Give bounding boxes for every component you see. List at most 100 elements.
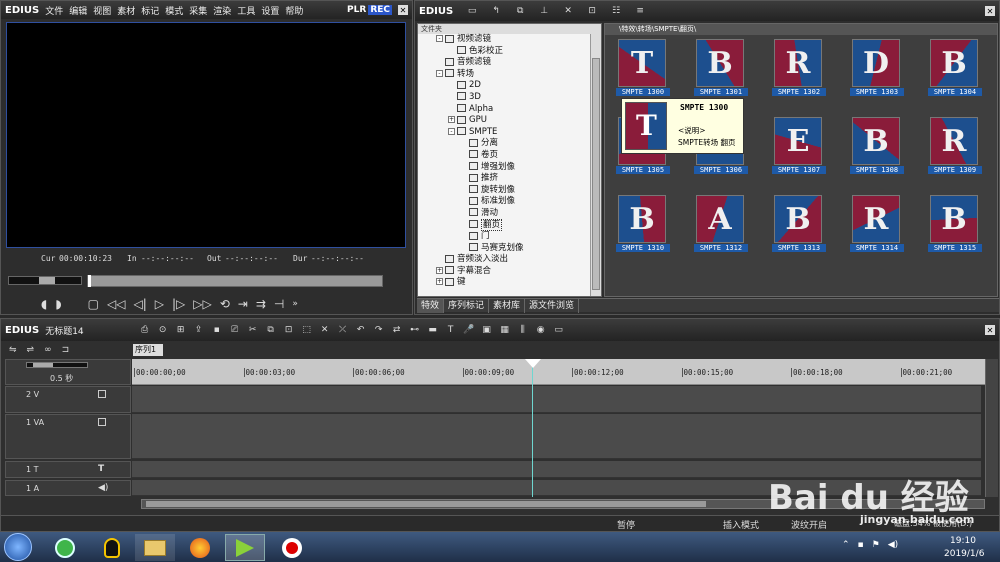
save-icon[interactable]: ▪ xyxy=(210,324,224,336)
link-mode-icon[interactable]: ∞ xyxy=(44,345,52,355)
replace-icon[interactable]: ⬚ xyxy=(300,324,314,336)
fast-forward-icon[interactable]: ▷▷ xyxy=(193,297,211,311)
delete-icon[interactable]: ✕ xyxy=(561,5,575,17)
export-icon[interactable]: ⇪ xyxy=(192,324,206,336)
next-frame-icon[interactable]: |▷ xyxy=(172,297,185,311)
plr-label[interactable]: PLR xyxy=(347,5,366,15)
grid-icon[interactable]: ▦ xyxy=(498,324,512,336)
tree-item[interactable]: - 转场 xyxy=(436,69,601,81)
effect-thumbnail[interactable]: R SMPTE 1309 xyxy=(928,117,982,174)
playhead[interactable] xyxy=(532,359,533,497)
import-icon[interactable]: ⊞ xyxy=(174,324,188,336)
status-insert-mode[interactable]: 插入模式 xyxy=(723,518,759,531)
playhead-marker[interactable] xyxy=(525,359,541,368)
view-icon[interactable]: ⇋ xyxy=(9,345,17,355)
up-folder-icon[interactable]: ↰ xyxy=(489,5,503,17)
tree-item[interactable]: - 视频滤镜 xyxy=(436,34,601,46)
tree-item[interactable]: 分离 xyxy=(436,138,601,150)
mic-icon[interactable]: 🎤 xyxy=(462,324,476,336)
taskbar-explorer-icon[interactable] xyxy=(135,534,175,561)
sequence-tab[interactable]: 序列1 xyxy=(133,344,163,356)
effect-thumbnail[interactable]: A SMPTE 1312 xyxy=(694,195,748,252)
position-handle[interactable] xyxy=(88,275,91,287)
start-button[interactable] xyxy=(4,533,32,561)
menu-item[interactable]: 模式 xyxy=(165,4,183,17)
effect-thumbnail[interactable]: R SMPTE 1302 xyxy=(772,39,826,96)
taskbar-firefox-icon[interactable] xyxy=(180,534,220,561)
effect-thumbnail[interactable]: B SMPTE 1315 xyxy=(928,195,982,252)
effects-tab[interactable]: 素材库 xyxy=(489,299,526,313)
rewind-icon[interactable]: ◁◁ xyxy=(107,297,125,311)
mixer-icon[interactable]: ⫼ xyxy=(516,324,530,336)
ripple-delete-icon[interactable]: ⤫ xyxy=(336,324,350,336)
tree-item[interactable]: + GPU xyxy=(436,115,601,127)
track-head-1a[interactable]: 1 A ◀) xyxy=(5,480,131,496)
effect-thumbnail[interactable]: R SMPTE 1314 xyxy=(850,195,904,252)
effect-thumbnail[interactable]: B SMPTE 1301 xyxy=(694,39,748,96)
tray-volume-icon[interactable]: ◀) xyxy=(888,540,898,554)
player-position-slider[interactable] xyxy=(87,275,383,287)
redo-icon[interactable]: ↷ xyxy=(372,324,386,336)
expand-toggle-icon[interactable]: + xyxy=(436,278,443,286)
copy-icon[interactable]: ⧉ xyxy=(513,5,527,17)
insert-icon[interactable]: ⇥ xyxy=(238,297,248,311)
tree-item[interactable]: 马赛克划像 xyxy=(436,243,601,255)
set-out-icon[interactable]: ◗ xyxy=(55,297,61,311)
track-toggle-icon[interactable] xyxy=(98,418,106,426)
rec-button[interactable]: REC xyxy=(368,5,392,15)
audio-icon[interactable]: ▣ xyxy=(480,324,494,336)
track-toggle-icon[interactable] xyxy=(98,390,106,398)
overwrite-icon[interactable]: ⇉ xyxy=(256,297,266,311)
more-icon[interactable]: » xyxy=(292,299,298,309)
menu-item[interactable]: 设置 xyxy=(261,4,279,17)
close-icon[interactable]: ✕ xyxy=(985,325,995,335)
menu-item[interactable]: 视图 xyxy=(93,4,111,17)
undo-icon[interactable]: ↶ xyxy=(354,324,368,336)
expand-toggle-icon[interactable]: + xyxy=(436,266,443,274)
taskbar-app-green-icon[interactable] xyxy=(45,534,85,561)
tray-network-icon[interactable]: ▪ xyxy=(858,540,864,554)
track-head-1va[interactable]: 1 VA xyxy=(5,414,131,459)
play-icon[interactable]: ▷ xyxy=(155,297,164,311)
title-icon[interactable]: T xyxy=(444,324,458,336)
zoom-value[interactable]: 0.5 秒 xyxy=(50,373,73,384)
split-view-icon[interactable]: ⇌ xyxy=(27,345,35,355)
effects-tab[interactable]: 序列标记 xyxy=(444,299,490,313)
player-scrubber[interactable] xyxy=(8,276,82,285)
folder-icon[interactable]: ▭ xyxy=(465,5,479,17)
capture-icon[interactable]: ⊙ xyxy=(156,324,170,336)
tree-item[interactable]: + 字幕混合 xyxy=(436,266,601,278)
copy-icon[interactable]: ⧉ xyxy=(264,324,278,336)
print-icon[interactable]: ⎚ xyxy=(228,324,242,336)
clock-date[interactable]: 2019/1/6 xyxy=(944,549,984,559)
effect-thumbnail[interactable]: B SMPTE 1308 xyxy=(850,117,904,174)
expand-toggle-icon[interactable]: + xyxy=(448,116,455,124)
tree-item[interactable]: 旋转划像 xyxy=(436,185,601,197)
layout-icon[interactable]: ⊥ xyxy=(537,5,551,17)
track-1va[interactable] xyxy=(132,414,981,459)
speaker-icon[interactable]: ◀) xyxy=(98,483,108,493)
cut-icon[interactable]: ✂ xyxy=(246,324,260,336)
track-head-2v[interactable]: 2 V xyxy=(5,386,131,413)
taskbar-record-icon[interactable] xyxy=(272,534,312,561)
tree-item[interactable]: - SMPTE xyxy=(436,127,601,139)
tree-scrollbar[interactable] xyxy=(590,34,601,296)
loop-icon[interactable]: ⟲ xyxy=(220,297,230,311)
expand-toggle-icon[interactable]: - xyxy=(436,35,443,42)
sync-icon[interactable]: ⇄ xyxy=(390,324,404,336)
tree-item[interactable]: 推挤 xyxy=(436,173,601,185)
tree-item[interactable]: 3D xyxy=(436,92,601,104)
track-2v[interactable] xyxy=(132,386,981,413)
expand-toggle-icon[interactable]: - xyxy=(448,127,455,135)
split-icon[interactable]: ⊣ xyxy=(274,297,284,311)
snap-icon[interactable]: ⊐ xyxy=(62,345,70,355)
tree-item[interactable]: 色彩校正 xyxy=(436,46,601,58)
tree-item[interactable]: 滑动 xyxy=(436,208,601,220)
properties-icon[interactable]: ⊡ xyxy=(585,5,599,17)
tree-item[interactable]: 门 xyxy=(436,231,601,243)
view-mode-icon[interactable]: ☷ xyxy=(609,5,623,17)
zoom-slider[interactable] xyxy=(26,362,88,368)
menu-item[interactable]: 素材 xyxy=(117,4,135,17)
tree-item[interactable]: 翻页 xyxy=(436,218,601,232)
delete-icon[interactable]: ✕ xyxy=(318,324,332,336)
